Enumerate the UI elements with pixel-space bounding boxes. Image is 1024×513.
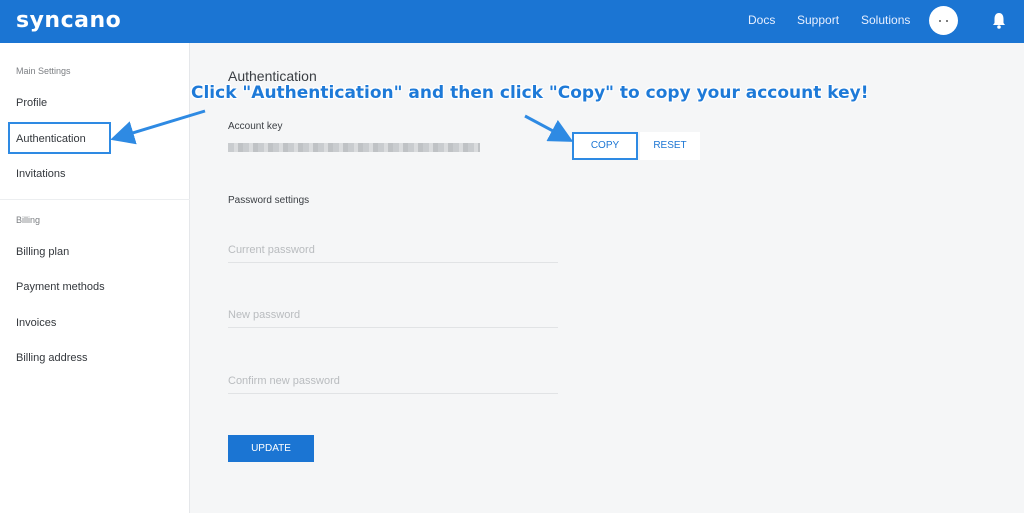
copy-button[interactable]: COPY: [572, 132, 638, 160]
avatar[interactable]: [929, 6, 958, 35]
update-button[interactable]: UPDATE: [228, 435, 314, 462]
reset-button[interactable]: RESET: [640, 132, 700, 160]
syncano-logo[interactable]: syncano: [16, 8, 121, 33]
sidebar-item-billing-plan[interactable]: Billing plan: [16, 246, 69, 258]
settings-sidebar: Main Settings Profile Authentication Inv…: [0, 43, 190, 513]
nav-docs[interactable]: Docs: [748, 13, 775, 27]
instruction-annotation: Click "Authentication" and then click "C…: [191, 83, 869, 103]
sidebar-item-payment-methods[interactable]: Payment methods: [16, 281, 105, 293]
sidebar-item-authentication[interactable]: Authentication: [16, 133, 86, 145]
sidebar-item-invitations[interactable]: Invitations: [16, 168, 66, 180]
account-key-label: Account key: [228, 121, 283, 132]
nav-solutions[interactable]: Solutions: [861, 13, 910, 27]
current-password-field[interactable]: [228, 237, 558, 263]
sidebar-divider: [0, 199, 190, 200]
avatar-eye-right: [946, 20, 948, 22]
sidebar-item-billing-address[interactable]: Billing address: [16, 352, 88, 364]
account-key-value[interactable]: [228, 143, 480, 152]
sidebar-item-invoices[interactable]: Invoices: [16, 317, 56, 329]
page-title: Authentication: [228, 68, 317, 84]
sidebar-item-profile[interactable]: Profile: [16, 97, 47, 109]
main-content: Authentication Account key COPY RESET Pa…: [191, 43, 1024, 513]
password-settings-heading: Password settings: [228, 195, 310, 206]
confirm-password-input[interactable]: [228, 368, 558, 393]
sidebar-heading-billing: Billing: [16, 215, 41, 225]
new-password-field[interactable]: [228, 302, 558, 328]
nav-support[interactable]: Support: [797, 13, 839, 27]
bell-icon[interactable]: [991, 11, 1007, 31]
sidebar-heading-main-settings: Main Settings: [16, 66, 71, 76]
avatar-eye-left: [939, 20, 941, 22]
top-navbar: syncano Docs Support Solutions: [0, 0, 1024, 43]
new-password-input[interactable]: [228, 302, 558, 327]
current-password-input[interactable]: [228, 237, 558, 262]
confirm-password-field[interactable]: [228, 368, 558, 394]
